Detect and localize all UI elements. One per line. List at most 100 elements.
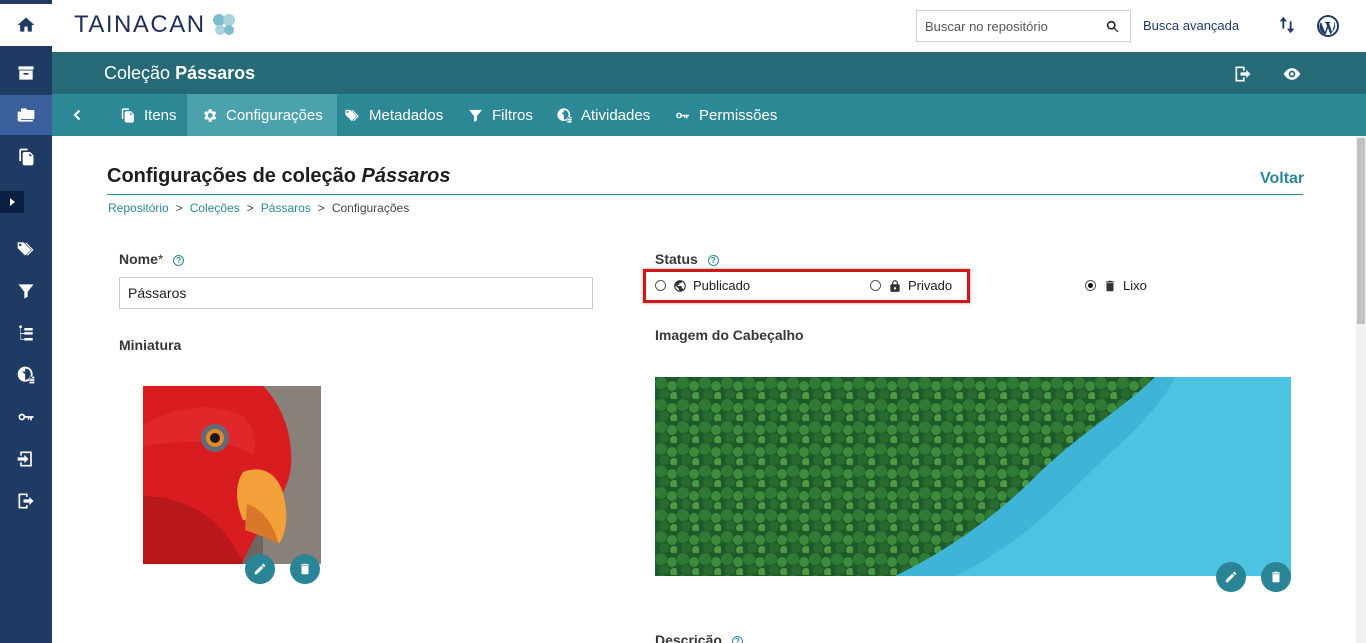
page-scrollbar[interactable] [1356, 136, 1366, 643]
view-icon[interactable] [1281, 64, 1303, 84]
logo-text: Tainacan [74, 11, 206, 38]
left-sidebar [0, 0, 52, 643]
status-trash-radio[interactable]: Lixo [1085, 278, 1147, 293]
trash-icon [1105, 280, 1115, 291]
activities-icon [557, 107, 572, 123]
breadcrumb-separator: > [317, 201, 325, 215]
delete-thumbnail-button[interactable] [290, 554, 320, 584]
tags-icon [345, 109, 359, 121]
search-input[interactable] [925, 18, 1103, 34]
taxonomy-icon[interactable] [0, 313, 52, 353]
tags-icon[interactable] [0, 229, 52, 269]
thumbnail-label: Miniatura [119, 337, 182, 353]
status-option-label: Publicado [693, 278, 751, 293]
items-icon [121, 107, 134, 123]
delete-header-image-button[interactable] [1261, 562, 1291, 592]
page-title: Configurações de coleção Pássaros [107, 165, 451, 188]
breadcrumb-separator: > [175, 201, 183, 215]
required-marker: * [157, 251, 164, 267]
status-label: Status ? [655, 251, 719, 267]
filter-icon[interactable] [0, 271, 52, 311]
header-image-label: Imagem do Cabeçalho [655, 327, 804, 343]
tab-label: Configurações [226, 106, 323, 124]
tab-permissions[interactable]: Permissões [660, 94, 791, 136]
status-published-radio[interactable]: Publicado [655, 278, 750, 293]
butterfly-icon [212, 14, 235, 35]
radio-button[interactable] [870, 280, 881, 291]
search-icon[interactable] [1105, 19, 1120, 34]
status-private-radio[interactable]: Privado [870, 278, 952, 293]
tab-label: Permissões [699, 106, 778, 124]
edit-header-image-button[interactable] [1216, 562, 1246, 592]
gear-icon [204, 108, 217, 122]
collection-title: Coleção Pássaros [104, 63, 255, 84]
radio-button[interactable] [655, 280, 666, 291]
tab-label: Atividades [581, 106, 651, 124]
status-option-label: Lixo [1123, 278, 1147, 293]
thumbnail-image [143, 386, 321, 564]
breadcrumb-separator: > [246, 201, 254, 215]
items-icon[interactable] [0, 137, 52, 177]
tab-label: Metadados [369, 106, 444, 124]
home-icon[interactable] [0, 4, 52, 46]
collections-icon[interactable] [0, 95, 52, 135]
activities-icon[interactable] [0, 355, 52, 395]
key-icon[interactable] [0, 397, 52, 437]
exit-icon[interactable] [1233, 64, 1253, 84]
status-option-label: Privado [908, 278, 953, 293]
tab-label: Itens [144, 106, 177, 124]
collection-header: Coleção Pássaros [52, 52, 1366, 94]
tab-activities[interactable]: Atividades [542, 94, 664, 136]
edit-thumbnail-button[interactable] [245, 554, 275, 584]
tainacan-logo[interactable]: Tainacan [74, 11, 238, 39]
trash-icon [1271, 571, 1281, 583]
scrollbar-thumb[interactable] [1357, 138, 1365, 324]
wordpress-icon[interactable] [1316, 14, 1340, 38]
breadcrumb-current: Configurações [331, 201, 410, 215]
chevron-right-icon [10, 198, 15, 206]
globe-icon [674, 279, 686, 292]
chevron-left-icon [73, 109, 81, 121]
export-icon[interactable] [0, 481, 52, 521]
filter-icon [469, 109, 482, 122]
back-button[interactable] [64, 94, 90, 136]
title-divider [107, 194, 1303, 195]
breadcrumb-collections[interactable]: Coleções [190, 201, 240, 215]
import-icon[interactable] [0, 439, 52, 479]
pencil-icon [254, 563, 266, 575]
radio-button-selected[interactable] [1085, 280, 1096, 291]
advanced-search-link[interactable]: Busca avançada [1143, 18, 1239, 33]
collection-prefix: Coleção [104, 63, 171, 83]
expand-sidebar-button[interactable] [0, 191, 24, 213]
back-link[interactable]: Voltar [1260, 170, 1304, 188]
lock-icon [890, 279, 900, 292]
breadcrumb: Repositório > Coleções > Pássaros > Conf… [108, 201, 409, 215]
tab-metadata[interactable]: Metadados [330, 94, 457, 136]
tab-label: Filtros [492, 106, 533, 124]
breadcrumb-repository[interactable]: Repositório [108, 201, 169, 215]
header-image [655, 377, 1291, 576]
description-label-text: Descrição [655, 632, 722, 643]
tab-items[interactable]: Itens [105, 94, 191, 136]
name-field[interactable]: Pássaros [119, 277, 593, 309]
page-title-prefix: Configurações de coleção [107, 165, 356, 187]
name-label-text: Nome [119, 251, 158, 267]
help-icon[interactable]: ? [707, 254, 719, 266]
page-title-collection: Pássaros [361, 165, 451, 187]
help-icon[interactable]: ? [731, 635, 743, 643]
name-label: Nome* ? [119, 251, 185, 267]
key-icon [676, 112, 689, 118]
status-label-text: Status [655, 251, 698, 267]
collection-tabs: Itens Configurações Metadados Filtros At… [52, 94, 1366, 136]
search-box[interactable] [916, 10, 1131, 42]
trash-icon [300, 563, 310, 575]
tab-filters[interactable]: Filtros [453, 94, 547, 136]
archive-icon[interactable] [0, 53, 52, 93]
pencil-icon [1225, 571, 1237, 583]
sort-icon[interactable] [1276, 14, 1298, 36]
help-icon[interactable]: ? [173, 254, 185, 266]
collection-name: Pássaros [175, 63, 256, 83]
description-label: Descrição ? [655, 632, 743, 643]
tab-settings[interactable]: Configurações [187, 94, 337, 136]
breadcrumb-collection[interactable]: Pássaros [261, 201, 311, 215]
